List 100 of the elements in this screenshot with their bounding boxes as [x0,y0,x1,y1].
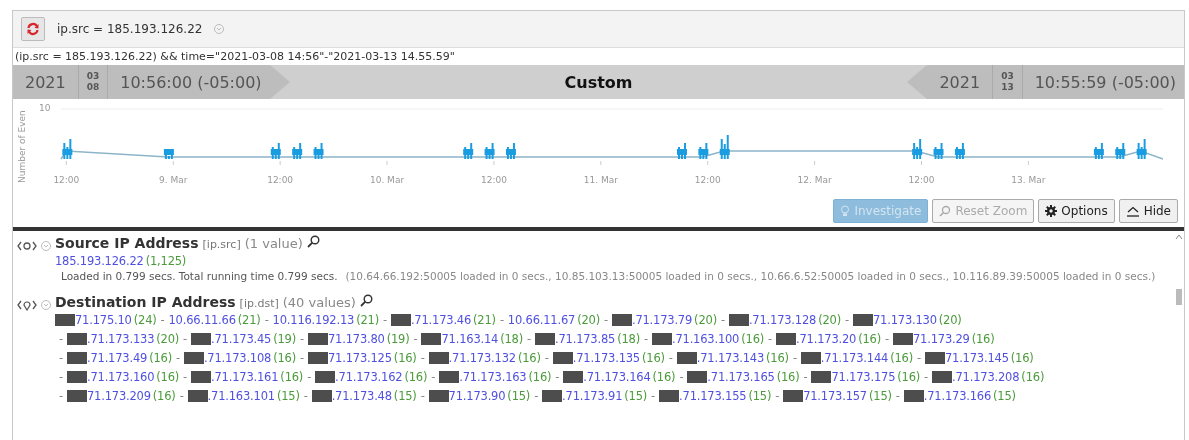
ip-link[interactable]: .71.173.208 [952,369,1020,384]
year-label: 2021 [938,72,982,92]
value-count: (16) [1021,369,1045,384]
ip-link[interactable]: .71.173.143 [696,350,765,365]
query-expression: (ip.src = 185.193.126.22) && time="2021-03-08 14:56"-"2021-03-13 14.55.59" [14,49,456,65]
dropdown-icon[interactable] [41,300,51,310]
ip-link[interactable]: 71.173.125 [328,350,392,365]
ip-link[interactable]: .71.173.166 [923,388,992,403]
ip-link[interactable]: .71.173.164 [583,369,651,384]
redaction-block [187,389,208,402]
refresh-button[interactable] [21,17,45,41]
value-count: (20) [694,312,717,327]
query-text[interactable]: ip.src = 185.193.126.22 [57,22,203,36]
separator: - [651,388,656,403]
ip-link[interactable]: 71.173.145 [944,350,1009,365]
value-count: (16) [152,388,176,403]
redaction-block [542,389,563,402]
separator: - [803,369,808,384]
ip-link[interactable]: 185.193.126.22 [55,253,144,268]
ip-link[interactable]: .71.173.165 [707,369,775,384]
value-count: (21) [473,312,496,327]
redaction-block [191,332,212,345]
separator: - [644,331,648,346]
ip-link[interactable]: .71.173.49 [86,350,148,365]
ip-link[interactable]: 71.173.29 [912,331,970,346]
ip-link[interactable]: .71.173.45 [211,331,272,346]
separator: - [160,312,165,327]
month-day-label: 03 13 [992,65,1023,99]
value-count: (1,125) [145,253,187,268]
field-name: [ip.src] [202,238,241,251]
ip-link[interactable]: .71.173.163 [459,369,527,384]
value-count: (40 values) [282,295,356,310]
separator: - [895,388,900,403]
value-count: (15) [507,388,531,403]
separator: - [303,388,308,403]
caret-up-icon [1125,205,1140,217]
ip-link[interactable]: 10.66.11.67 [507,312,576,327]
separator: - [59,369,63,384]
redaction-block [390,313,411,326]
value-count: (18) [617,331,640,346]
ip-link[interactable]: 71.175.10 [75,312,132,327]
ip-link[interactable]: .71.163.101 [207,388,275,403]
ip-link[interactable]: .71.173.161 [211,369,279,384]
separator: - [382,312,387,327]
value-count: (19) [273,331,297,346]
ip-link[interactable]: 71.163.14 [441,331,499,346]
ip-link[interactable]: .71.173.160 [86,369,155,384]
ip-link[interactable]: 71.173.175 [831,369,896,384]
separator: - [603,312,608,327]
value-count: (18) [500,331,524,346]
redaction-block [903,389,924,402]
ip-link[interactable]: .71.173.135 [572,350,640,365]
dropdown-icon[interactable] [214,24,225,34]
field-name: [ip.dst] [239,297,279,310]
ip-link[interactable]: .71.173.46 [410,312,472,327]
ip-link[interactable]: 71.173.209 [86,388,151,403]
ip-link[interactable]: .71.173.162 [335,369,403,384]
value-count: (20) [818,312,841,327]
ip-link[interactable]: .71.173.20 [796,331,857,346]
redaction-block [315,370,336,383]
options-button[interactable]: Options [1038,199,1115,223]
ip-link[interactable]: .71.173.128 [748,312,817,327]
dropdown-icon[interactable] [41,241,51,251]
value-count: (15) [393,388,417,403]
redaction-block [563,370,584,383]
search-icon[interactable] [306,235,320,248]
redaction-block [308,332,328,345]
ip-link[interactable]: 10.66.11.66 [168,312,236,327]
separator: - [679,369,684,384]
ip-link[interactable]: .71.173.133 [86,331,155,346]
ip-link[interactable]: 71.173.157 [803,388,867,403]
ip-link[interactable]: 71.173.80 [328,331,385,346]
ip-link[interactable]: .71.173.85 [555,331,616,346]
redaction-block [535,332,555,345]
ip-link[interactable]: .71.173.108 [203,350,272,365]
search-icon[interactable] [359,294,373,307]
separator: - [668,350,673,365]
ip-link[interactable]: .71.173.144 [820,350,889,365]
redaction-block [852,313,873,326]
time-range-label: Custom [563,72,634,92]
value-count: (20) [577,312,600,327]
redaction-block [651,332,672,345]
search-icon [939,205,952,217]
value-count: (16) [273,350,297,365]
ip-link[interactable]: .71.173.91 [562,388,623,403]
axis-tick-label: 10. Mar [369,175,405,185]
ip-link[interactable]: .71.173.79 [631,312,693,327]
separator: - [300,350,304,365]
redaction-block [308,351,328,364]
ip-link[interactable]: .71.173.48 [331,388,392,403]
ip-link[interactable]: 71.173.90 [448,388,506,403]
ip-link[interactable]: .71.173.132 [448,350,516,365]
location-pin-icon [17,299,37,311]
axis-tick-label: 12:00 [480,175,507,185]
hide-button[interactable]: Hide [1118,199,1178,223]
ip-link[interactable]: 71.173.130 [872,312,937,327]
value-count: (16) [517,350,541,365]
ip-link[interactable]: .71.163.100 [671,331,740,346]
ip-link[interactable]: .71.173.155 [679,388,747,403]
ip-link[interactable]: 10.116.192.13 [272,312,355,327]
